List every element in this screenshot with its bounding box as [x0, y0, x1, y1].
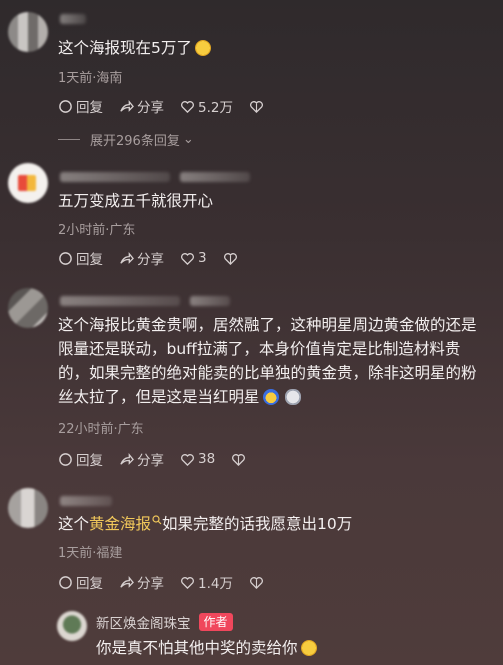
- search-highlight-link[interactable]: 黄金海报: [89, 515, 151, 533]
- dislike-button[interactable]: [249, 575, 267, 590]
- reply-button[interactable]: 回复: [58, 248, 103, 268]
- username-blurred[interactable]: [60, 14, 86, 24]
- avatar[interactable]: [8, 12, 48, 52]
- heart-icon: [180, 99, 195, 114]
- comment-bubble-icon: [58, 452, 73, 467]
- comment-actions: 回复 分享 5.2万: [58, 96, 283, 116]
- comment-text: 这个海报比黄金贵啊，居然融了，这种明星周边黄金做的还是 限量还是联动，buff拉…: [58, 316, 477, 406]
- share-arrow-icon: [119, 251, 134, 266]
- comment-actions: 回复 分享 1.4万: [58, 572, 283, 592]
- blue-face-emoji-icon: [262, 389, 279, 405]
- avatar[interactable]: [8, 163, 48, 203]
- heart-icon: [180, 575, 195, 590]
- reply-button[interactable]: 回复: [58, 572, 103, 592]
- grin-emoji-icon: [194, 40, 211, 56]
- avatar[interactable]: [8, 488, 48, 528]
- dislike-heart-icon: [231, 452, 246, 467]
- heart-icon: [180, 251, 195, 266]
- share-button[interactable]: 分享: [119, 572, 164, 592]
- comment-meta: 2小时前·广东: [58, 223, 136, 238]
- like-button[interactable]: 38: [180, 451, 215, 467]
- reply-button[interactable]: 回复: [58, 449, 103, 469]
- comment-text: 五万变成五千就很开心: [58, 192, 214, 210]
- avatar[interactable]: [57, 611, 87, 641]
- share-button[interactable]: 分享: [119, 449, 164, 469]
- reply-username-row: 新区焕金阁珠宝 作者: [96, 612, 233, 632]
- username-blurred[interactable]: [60, 296, 180, 306]
- username-blurred[interactable]: [180, 172, 250, 182]
- dislike-button[interactable]: [249, 99, 267, 114]
- username-blurred[interactable]: [190, 296, 230, 306]
- share-button[interactable]: 分享: [119, 248, 164, 268]
- dislike-heart-icon: [249, 575, 264, 590]
- comment-actions: 回复 分享 3: [58, 248, 257, 268]
- comment-bubble-icon: [58, 575, 73, 590]
- dislike-button[interactable]: [223, 251, 241, 266]
- like-button[interactable]: 5.2万: [180, 96, 233, 116]
- reply-text: 你是真不怕其他中奖的卖给你: [96, 636, 317, 658]
- share-arrow-icon: [119, 575, 134, 590]
- dislike-button[interactable]: [231, 452, 249, 467]
- avatar[interactable]: [8, 288, 48, 328]
- laugh-cry-emoji-icon: [300, 640, 317, 656]
- reply-username[interactable]: 新区焕金阁珠宝: [96, 612, 191, 632]
- dislike-heart-icon: [249, 99, 264, 114]
- comment-bubble-icon: [58, 251, 73, 266]
- author-badge: 作者: [198, 613, 233, 631]
- reply-button[interactable]: 回复: [58, 96, 103, 116]
- cat-emoji-icon: [284, 389, 301, 405]
- share-button[interactable]: 分享: [119, 96, 164, 116]
- like-button[interactable]: 1.4万: [180, 572, 233, 592]
- share-arrow-icon: [119, 452, 134, 467]
- heart-icon: [180, 452, 195, 467]
- username-blurred[interactable]: [60, 496, 112, 506]
- divider: [58, 139, 80, 140]
- comment-text: 这个黄金海报 如果完整的话我愿意出10万: [58, 515, 353, 533]
- search-icon: [152, 515, 162, 525]
- dislike-heart-icon: [223, 251, 238, 266]
- chevron-down-icon: ⌄: [182, 132, 194, 147]
- comment-meta: 1天前·福建: [58, 546, 123, 561]
- like-button[interactable]: 3: [180, 250, 207, 266]
- comment-meta: 22小时前·广东: [58, 422, 144, 437]
- comment-actions: 回复 分享 38: [58, 449, 265, 469]
- username-blurred[interactable]: [60, 172, 170, 182]
- comment-text: 这个海报现在5万了: [58, 36, 498, 60]
- comment-meta: 1天前·海南: [58, 71, 123, 86]
- share-arrow-icon: [119, 99, 134, 114]
- expand-replies-button[interactable]: 展开296条回复 ⌄: [58, 130, 194, 149]
- comment-bubble-icon: [58, 99, 73, 114]
